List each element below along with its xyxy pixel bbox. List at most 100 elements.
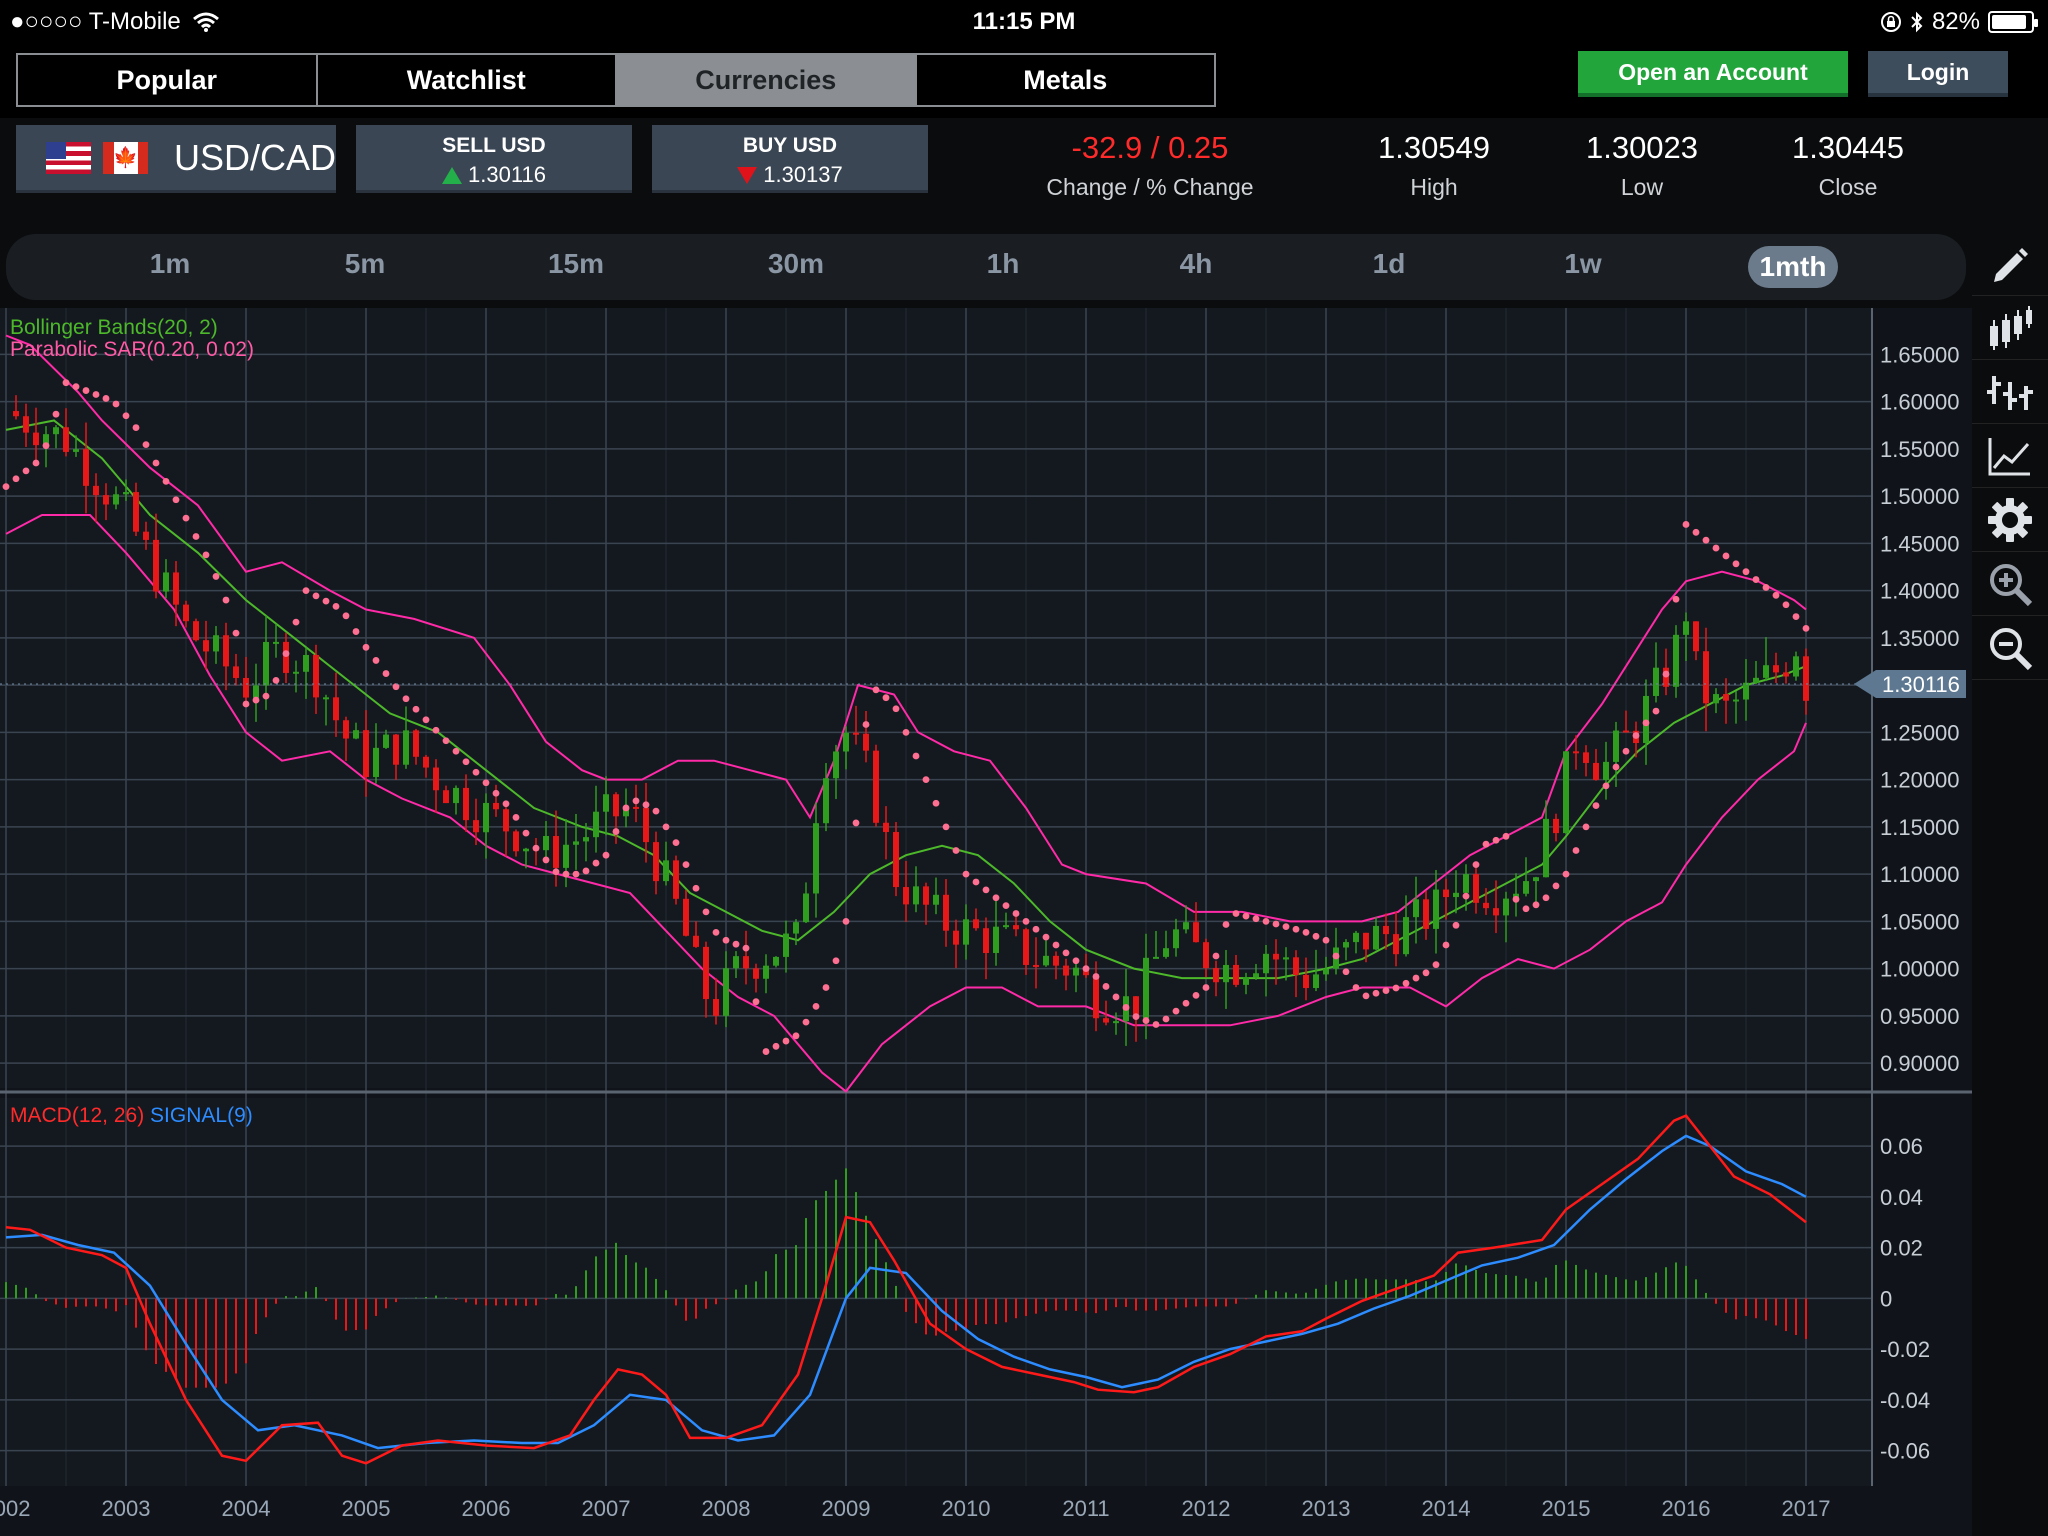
candle-body: [613, 794, 619, 817]
category-tabs: Popular Watchlist Currencies Metals: [16, 53, 1216, 107]
sar-dot: [1012, 910, 1020, 917]
sar-dot: [1152, 1021, 1160, 1028]
sar-dot: [142, 441, 150, 449]
tab-watchlist[interactable]: Watchlist: [317, 55, 617, 105]
buy-price: 1.30137: [763, 162, 843, 187]
y-axis-label: 1.60000: [1880, 390, 1960, 415]
sar-dot: [1402, 979, 1410, 987]
candle-body: [963, 919, 969, 945]
sar-dot: [232, 629, 240, 637]
high-value: 1.30549: [1377, 130, 1491, 165]
sar-dot: [1702, 536, 1710, 544]
candle-body: [1253, 973, 1259, 978]
candle-body: [1403, 917, 1409, 955]
sar-dot: [782, 1037, 790, 1045]
timeframe-1h[interactable]: 1h: [958, 248, 1048, 280]
zoom-out-button[interactable]: [1972, 616, 2048, 680]
sar-dot: [1002, 902, 1010, 909]
timeframe-1m[interactable]: 1m: [125, 248, 215, 280]
ohlc-chart-button[interactable]: [1972, 360, 2048, 424]
candle-body: [573, 841, 579, 845]
candle-body: [193, 621, 199, 641]
price-chart[interactable]: 2002 2003 2004 2005 2006 2007 2008 2009 2010 2011…: [0, 308, 1972, 1536]
candle-body: [513, 831, 519, 852]
sar-dot: [22, 467, 30, 475]
login-button[interactable]: Login: [1868, 51, 2008, 97]
instrument-selector[interactable]: 🍁 USD/CAD: [16, 125, 336, 193]
sar-dot: [52, 410, 60, 418]
draw-tool-button[interactable]: [1972, 232, 2048, 296]
candle-body: [1063, 965, 1069, 976]
sar-dot: [102, 395, 110, 402]
open-account-button[interactable]: Open an Account: [1578, 51, 1848, 97]
timeframe-4h[interactable]: 4h: [1151, 248, 1241, 280]
candle-body: [1773, 665, 1779, 673]
candle-body: [53, 427, 59, 435]
candle-body: [23, 416, 29, 433]
sar-dot: [1722, 552, 1730, 560]
timeframe-5m[interactable]: 5m: [320, 248, 410, 280]
candle-body: [813, 823, 819, 894]
sar-dot: [262, 692, 270, 700]
sar-dot: [932, 799, 940, 807]
y-axis-label: 1.15000: [1880, 815, 1960, 840]
candle-body: [843, 732, 849, 752]
bar-chart-icon: [1987, 375, 2033, 410]
line-chart-button[interactable]: [1972, 424, 2048, 488]
line-chart-icon: [1988, 437, 2030, 475]
gear-icon: [1988, 497, 2032, 542]
candle-body: [1313, 974, 1319, 989]
candle-body: [653, 842, 659, 882]
candle-body: [1383, 925, 1389, 935]
sar-dot: [212, 573, 220, 580]
sar-dot: [1432, 961, 1440, 969]
candle-body: [1293, 957, 1299, 975]
timeframe-1mth[interactable]: 1mth: [1748, 246, 1838, 288]
close-stat: 1.30445 Close: [1778, 130, 1918, 201]
candle-body: [833, 751, 839, 779]
macd-axis-label: 0.06: [1880, 1134, 1923, 1159]
sar-dot: [732, 940, 740, 948]
settings-button[interactable]: [1972, 488, 2048, 552]
sar-dot: [1282, 923, 1290, 930]
timeframe-1w[interactable]: 1w: [1538, 248, 1628, 280]
sar-dot: [1382, 987, 1390, 995]
candle-body: [1273, 953, 1279, 960]
candle-body: [633, 806, 639, 809]
candle-body: [673, 860, 679, 899]
candle-body: [1623, 730, 1629, 733]
chart-area[interactable]: 2002 2003 2004 2005 2006 2007 2008 2009 2010 2011…: [0, 308, 1972, 1536]
quote-bar: 🍁 USD/CAD SELL USD 1.30116 BUY USD 1.301…: [0, 118, 2048, 230]
sar-dot: [542, 856, 550, 864]
tab-metals[interactable]: Metals: [916, 55, 1214, 105]
candle-body: [763, 965, 769, 979]
candle-body: [1013, 925, 1019, 930]
candle-body: [333, 697, 339, 721]
sar-dot: [1592, 802, 1600, 809]
candle-body: [1713, 694, 1719, 704]
sell-button[interactable]: SELL USD 1.30116: [356, 125, 632, 193]
candle-body: [853, 732, 859, 735]
candlestick-chart-button[interactable]: [1972, 296, 2048, 360]
zoom-in-button[interactable]: [1972, 552, 2048, 616]
main-plot-area: [0, 308, 1872, 1088]
candle-body: [343, 720, 349, 739]
timeframe-1d[interactable]: 1d: [1344, 248, 1434, 280]
candle-body: [473, 820, 479, 833]
candle-body: [1563, 751, 1569, 834]
candle-body: [1183, 922, 1189, 930]
up-arrow-icon: [442, 166, 463, 184]
sar-dot: [302, 587, 310, 594]
sar-dot: [442, 737, 450, 745]
x-axis-label: 2016: [1662, 1496, 1711, 1521]
buy-button[interactable]: BUY USD 1.30137: [652, 125, 928, 193]
candle-body: [1743, 682, 1749, 700]
sar-dot: [532, 844, 540, 852]
battery-indicator: 82%: [1880, 8, 2038, 36]
tab-currencies[interactable]: Currencies: [617, 55, 917, 105]
timeframe-15m[interactable]: 15m: [531, 248, 621, 280]
timeframe-30m[interactable]: 30m: [751, 248, 841, 280]
candle-body: [943, 894, 949, 931]
candle-body: [1233, 964, 1239, 985]
tab-popular[interactable]: Popular: [18, 55, 318, 105]
